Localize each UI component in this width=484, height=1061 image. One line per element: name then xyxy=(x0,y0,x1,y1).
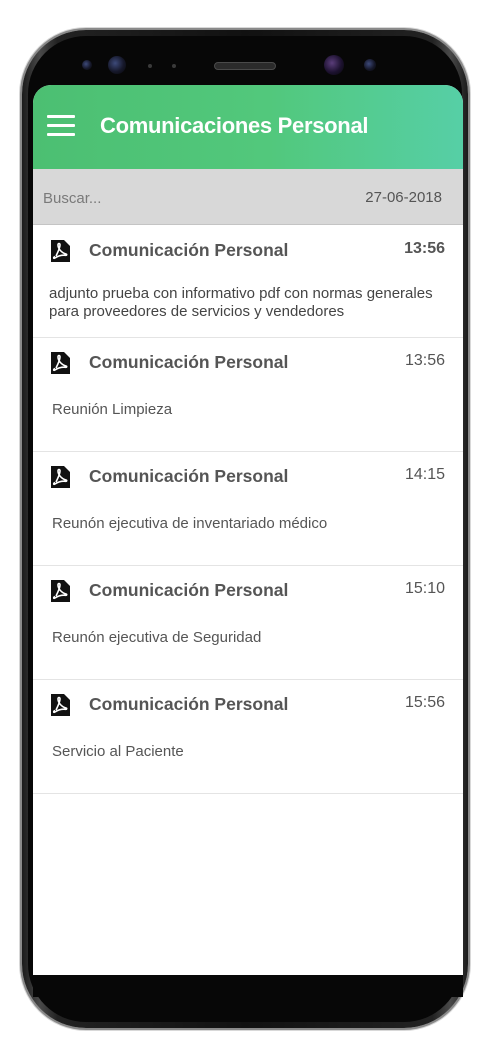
pdf-icon xyxy=(51,694,70,716)
hamburger-menu-icon[interactable] xyxy=(47,115,77,137)
item-description: Reunión Limpieza xyxy=(52,401,173,418)
bottom-bezel xyxy=(33,975,463,997)
item-time: 14:15 xyxy=(404,466,445,483)
list-item[interactable]: Comunicación Personal 13:56 adjunto prue… xyxy=(33,226,463,338)
item-time: 15:10 xyxy=(404,580,445,597)
pdf-icon xyxy=(51,466,70,488)
app-bar: Comunicaciones Personal xyxy=(33,85,463,169)
pdf-icon xyxy=(51,580,70,602)
item-description: Servicio al Paciente xyxy=(52,743,184,760)
search-input[interactable] xyxy=(43,187,293,209)
item-title: Comunicación Personal xyxy=(89,240,289,260)
list-item[interactable]: Comunicación Personal 15:10 Reunón ejecu… xyxy=(33,566,463,680)
item-description: adjunto prueba con informativo pdf con n… xyxy=(49,285,433,320)
item-time: 13:56 xyxy=(404,240,445,257)
sensor-dot xyxy=(172,64,176,68)
item-description: Reunón ejecutiva de inventariado médico xyxy=(52,515,328,532)
front-camera-icon xyxy=(108,56,126,74)
earpiece-speaker xyxy=(214,62,276,70)
item-title: Comunicación Personal xyxy=(89,580,289,600)
pdf-icon xyxy=(51,352,70,374)
item-title: Comunicación Personal xyxy=(89,352,289,372)
item-time: 13:56 xyxy=(404,352,445,369)
item-time: 15:56 xyxy=(404,694,445,711)
proximity-sensor-icon xyxy=(82,60,92,70)
list-item[interactable]: Comunicación Personal 13:56 Reunión Limp… xyxy=(33,338,463,452)
item-description: Reunón ejecutiva de Seguridad xyxy=(52,629,262,646)
light-sensor-icon xyxy=(364,59,376,71)
list-item[interactable]: Comunicación Personal 14:15 Reunón ejecu… xyxy=(33,452,463,566)
date-filter[interactable]: 27-06-2018 xyxy=(365,189,442,206)
pdf-icon xyxy=(51,240,70,262)
item-title: Comunicación Personal xyxy=(89,466,289,486)
page-title: Comunicaciones Personal xyxy=(100,113,369,138)
app-screen: Comunicaciones Personal 27-06-2018 Comun… xyxy=(33,85,463,975)
search-bar: 27-06-2018 xyxy=(33,169,463,225)
list-item[interactable]: Comunicación Personal 15:56 Servicio al … xyxy=(33,680,463,794)
iris-scanner-icon xyxy=(324,55,344,75)
communications-list: Comunicación Personal 13:56 adjunto prue… xyxy=(33,226,463,794)
sensor-dot xyxy=(148,64,152,68)
item-title: Comunicación Personal xyxy=(89,694,289,714)
